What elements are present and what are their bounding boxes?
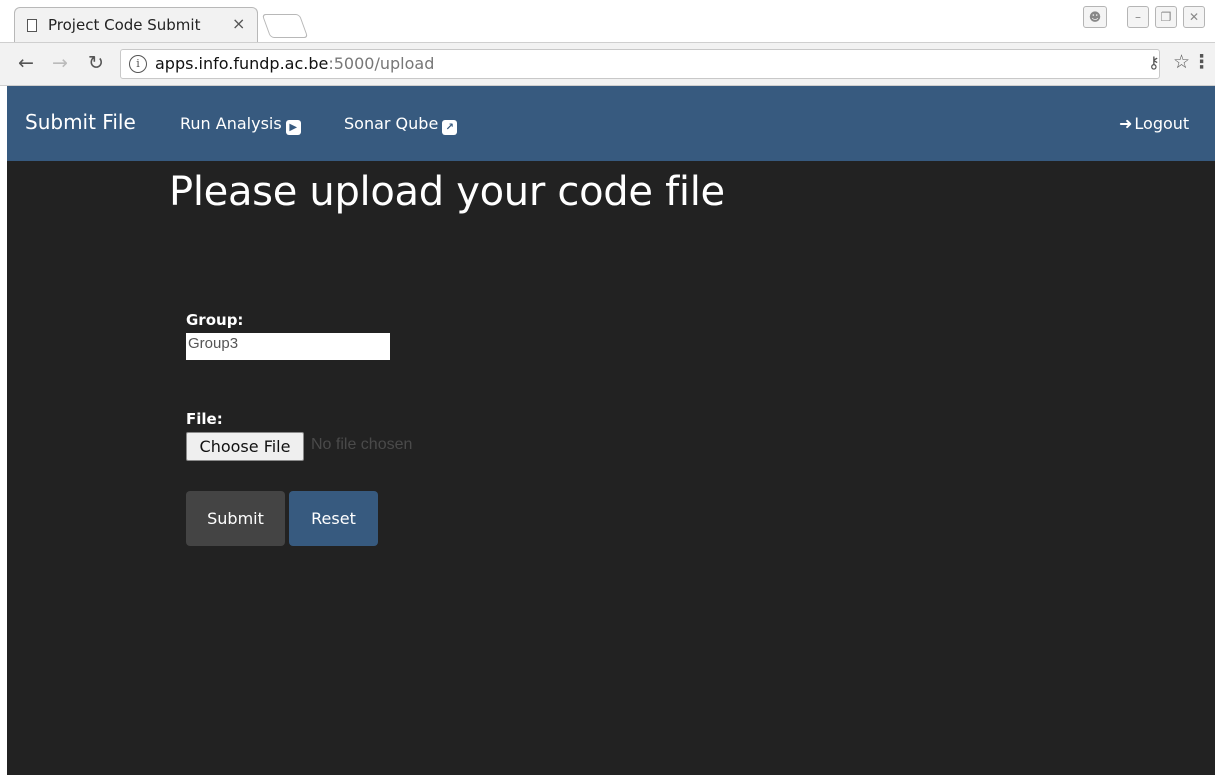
- file-label: File:: [186, 410, 223, 428]
- nav-logout-label: Logout: [1134, 114, 1190, 133]
- close-icon[interactable]: ✕: [1183, 6, 1205, 28]
- browser-tab[interactable]: Project Code Submit ×: [14, 7, 258, 42]
- url-host: apps.info.fundp.ac.be: [155, 54, 329, 73]
- profile-icon[interactable]: ☻: [1083, 6, 1107, 28]
- tab-title: Project Code Submit: [48, 16, 201, 34]
- nav-logout[interactable]: ➜ Logout: [1119, 114, 1189, 133]
- browser-toolbar: ← → ↻ i apps.info.fundp.ac.be:5000/uploa…: [0, 42, 1215, 86]
- reload-icon[interactable]: ↻: [88, 52, 104, 74]
- browser-tab-strip: Project Code Submit × ☻ – ❐ ✕: [0, 0, 1215, 42]
- group-input[interactable]: Group3: [186, 333, 390, 360]
- page-content: Please upload your code file Group: Grou…: [7, 161, 1215, 775]
- external-link-icon: ↗: [442, 120, 458, 135]
- brand-link[interactable]: Submit File: [25, 110, 136, 134]
- no-file-text: No file chosen: [311, 436, 413, 453]
- nav-sonar-qube-label: Sonar Qube: [344, 114, 439, 133]
- star-icon[interactable]: ☆: [1173, 51, 1190, 73]
- app-navbar: Submit File Run Analysis ▶ Sonar Qube ↗ ➜ L…: [7, 86, 1215, 161]
- key-icon[interactable]: ⚷: [1148, 53, 1160, 72]
- address-bar[interactable]: i apps.info.fundp.ac.be:5000/upload: [120, 49, 1160, 79]
- nav-sonar-qube[interactable]: Sonar Qube ↗: [344, 114, 458, 135]
- choose-file-button[interactable]: Choose File: [186, 432, 304, 461]
- group-label: Group:: [186, 311, 244, 329]
- new-tab-button[interactable]: [261, 14, 309, 38]
- menu-icon[interactable]: ⋮: [1192, 51, 1211, 73]
- info-icon[interactable]: i: [129, 55, 147, 73]
- url-text: apps.info.fundp.ac.be:5000/upload: [155, 54, 434, 73]
- nav-run-analysis[interactable]: Run Analysis ▶: [180, 114, 301, 135]
- url-path: :5000/upload: [328, 54, 435, 73]
- tab-close-icon[interactable]: ×: [232, 14, 245, 33]
- nav-run-analysis-label: Run Analysis: [180, 114, 282, 133]
- page-title: Please upload your code file: [169, 169, 725, 215]
- reset-button[interactable]: Reset: [289, 491, 378, 546]
- submit-button[interactable]: Submit: [186, 491, 285, 546]
- restore-icon[interactable]: ❐: [1155, 6, 1177, 28]
- logout-icon: ➜: [1119, 114, 1133, 133]
- forward-icon[interactable]: →: [52, 52, 68, 74]
- minimize-icon[interactable]: –: [1127, 6, 1149, 28]
- back-icon[interactable]: ←: [18, 52, 34, 74]
- play-icon: ▶: [285, 120, 301, 135]
- page-icon: [27, 19, 37, 32]
